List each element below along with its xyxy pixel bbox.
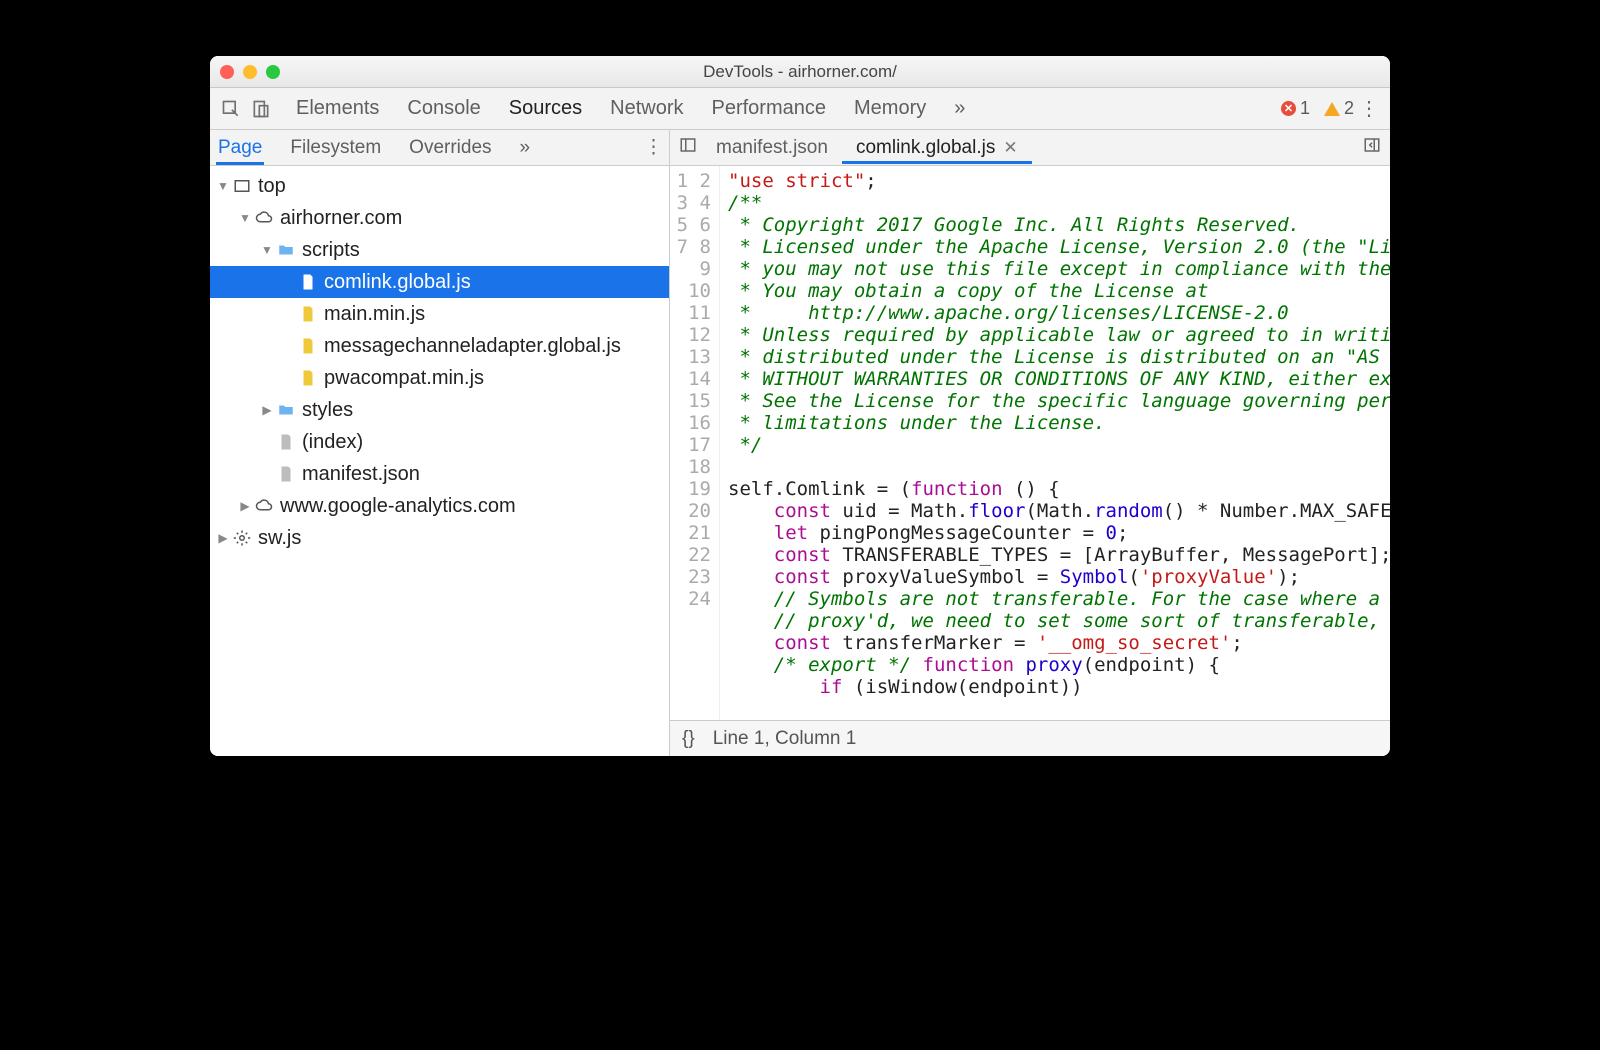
tree-label: (index) [302,431,363,454]
folder-icon [276,400,296,420]
tab-performance[interactable]: Performance [712,89,827,128]
tree-domain[interactable]: ▼ airhorner.com [210,202,669,234]
panel-tabs: Elements Console Sources Network Perform… [296,89,965,128]
nav-tab-overrides[interactable]: Overrides [407,131,493,165]
warning-count: 2 [1344,98,1354,119]
close-tab-icon[interactable]: ✕ [1003,138,1017,158]
cloud-icon [254,496,274,516]
inspect-element-icon[interactable] [216,94,246,124]
gear-icon [232,528,252,548]
nav-tabs-overflow[interactable]: » [518,131,533,165]
navigator-tabs: Page Filesystem Overrides » ⋮ [210,130,669,166]
js-file-icon [298,336,318,356]
tree-label: comlink.global.js [324,271,471,294]
code-content: "use strict"; /** * Copyright 2017 Googl… [720,166,1390,720]
tree-file-pwa[interactable]: pwacompat.min.js [210,362,669,394]
toggle-navigator-icon[interactable] [674,136,702,160]
tree-sw[interactable]: ▶ sw.js [210,522,669,554]
window-title: DevTools - airhorner.com/ [210,62,1390,82]
tree-file-index[interactable]: (index) [210,426,669,458]
pretty-print-icon[interactable]: {} [682,728,695,750]
editor-tabs: manifest.json comlink.global.js ✕ [670,130,1390,166]
tree-label: styles [302,399,353,422]
tab-elements[interactable]: Elements [296,89,379,128]
editor-pane: manifest.json comlink.global.js ✕ 1 2 3 … [670,130,1390,756]
code-editor[interactable]: 1 2 3 4 5 6 7 8 9 10 11 12 13 14 15 16 1… [670,166,1390,720]
file-icon [276,432,296,452]
window-close-button[interactable] [220,65,234,79]
js-file-icon [298,368,318,388]
tree-file-manifest[interactable]: manifest.json [210,458,669,490]
file-icon [276,464,296,484]
nav-tab-page[interactable]: Page [216,131,264,165]
chevron-down-icon: ▼ [216,179,230,193]
file-tab-manifest[interactable]: manifest.json [702,132,842,164]
nav-menu-icon[interactable]: ⋮ [644,136,663,159]
tabs-overflow[interactable]: » [954,89,965,128]
settings-menu-icon[interactable]: ⋮ [1354,96,1384,121]
folder-icon [276,240,296,260]
nav-tab-filesystem[interactable]: Filesystem [288,131,383,165]
tree-label: sw.js [258,527,301,550]
tree-label: pwacompat.min.js [324,367,484,390]
file-icon [298,272,318,292]
device-toolbar-icon[interactable] [246,94,276,124]
chevron-right-icon: ▶ [260,403,274,417]
tree-label: top [258,175,286,198]
file-tab-label: manifest.json [716,137,828,159]
traffic-lights [210,65,280,79]
js-file-icon [298,304,318,324]
tree-label: messagechanneladapter.global.js [324,335,621,358]
chevron-right-icon: ▶ [238,499,252,513]
cloud-icon [254,208,274,228]
chevron-down-icon: ▼ [260,243,274,257]
file-tab-label: comlink.global.js [856,137,995,159]
tree-folder-styles[interactable]: ▶ styles [210,394,669,426]
tree-label: main.min.js [324,303,425,326]
window-minimize-button[interactable] [243,65,257,79]
tree-file-mca[interactable]: messagechanneladapter.global.js [210,330,669,362]
window-maximize-button[interactable] [266,65,280,79]
tab-memory[interactable]: Memory [854,89,926,128]
titlebar: DevTools - airhorner.com/ [210,56,1390,88]
chevron-down-icon: ▼ [238,211,252,225]
frame-icon [232,176,252,196]
tree-label: airhorner.com [280,207,402,230]
error-count: 1 [1300,98,1310,119]
tree-label: www.google-analytics.com [280,495,516,518]
console-status[interactable]: ✕ 1 2 [1281,98,1354,119]
file-tab-comlink[interactable]: comlink.global.js ✕ [842,132,1032,164]
tree-folder-scripts[interactable]: ▼ scripts [210,234,669,266]
editor-statusbar: {} Line 1, Column 1 [670,720,1390,756]
tab-network[interactable]: Network [610,89,683,128]
cursor-position: Line 1, Column 1 [713,728,857,750]
tree-top[interactable]: ▼ top [210,170,669,202]
file-tree: ▼ top ▼ airhorner.com ▼ scripts [210,166,669,756]
line-gutter: 1 2 3 4 5 6 7 8 9 10 11 12 13 14 15 16 1… [670,166,720,720]
tree-label: manifest.json [302,463,420,486]
tree-file-mainmin[interactable]: main.min.js [210,298,669,330]
sources-body: Page Filesystem Overrides » ⋮ ▼ top ▼ ai… [210,130,1390,756]
tree-file-comlink[interactable]: comlink.global.js [210,266,669,298]
chevron-right-icon: ▶ [216,531,230,545]
devtools-window: DevTools - airhorner.com/ Elements Conso… [210,56,1390,756]
toggle-debugger-icon[interactable] [1358,136,1386,160]
warning-icon [1324,102,1340,116]
tree-label: scripts [302,239,360,262]
navigator-pane: Page Filesystem Overrides » ⋮ ▼ top ▼ ai… [210,130,670,756]
main-toolbar: Elements Console Sources Network Perform… [210,88,1390,130]
error-icon: ✕ [1281,101,1296,116]
tree-domain-ga[interactable]: ▶ www.google-analytics.com [210,490,669,522]
tab-sources[interactable]: Sources [509,89,582,128]
tab-console[interactable]: Console [407,89,480,128]
